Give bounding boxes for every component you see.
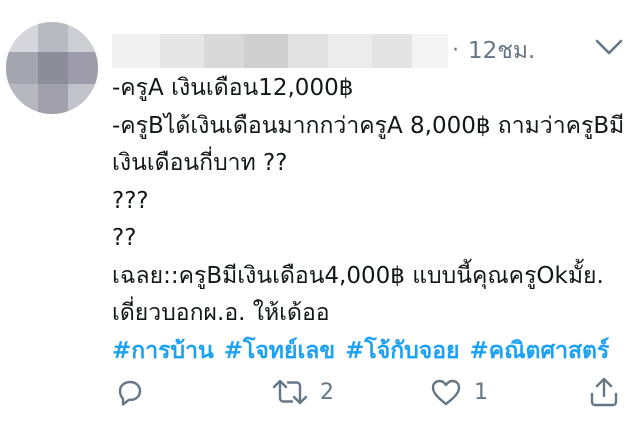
- chevron-down-icon[interactable]: [594, 36, 624, 58]
- hashtag-link[interactable]: #คณิตศาสตร์: [470, 338, 610, 364]
- retweet-count: 2: [320, 379, 334, 405]
- author-name-blurred[interactable]: [112, 34, 448, 68]
- share-icon: [586, 374, 622, 410]
- tweet-text: -ครูA เงินเดือน12,000฿ -ครูBได้เงินเดือน…: [112, 70, 632, 370]
- like-button[interactable]: 1: [428, 372, 488, 412]
- tweet-line: -ครูBได้เงินเดือนมากกว่าครูA 8,000฿ ถามว…: [112, 112, 625, 139]
- tweet-line: เฉลย::ครูBมีเงินเดือน4,000฿ แบบนี้คุณครู…: [112, 262, 604, 289]
- avatar[interactable]: [6, 22, 98, 114]
- action-bar: 2 1: [112, 372, 632, 412]
- tweet-card: · 12ชม. -ครูA เงินเดือน12,000฿ -ครูBได้เ…: [0, 0, 640, 440]
- reply-button[interactable]: [112, 372, 158, 412]
- tweet-line: เดี่ยวบอกผ.อ. ให้เด้ออ: [112, 300, 330, 326]
- share-button[interactable]: [586, 372, 622, 412]
- tweet-line: -ครูA เงินเดือน12,000฿: [112, 75, 354, 101]
- hashtag-link[interactable]: #โจทย์เลข: [224, 338, 335, 364]
- hashtag-link[interactable]: #โจ้กับจอย: [345, 338, 459, 364]
- hashtag-link[interactable]: #การบ้าน: [112, 338, 214, 364]
- tweet-line: ???: [112, 187, 149, 214]
- heart-icon: [428, 374, 464, 410]
- hashtag-list: #การบ้าน #โจทย์เลข #โจ้กับจอย #คณิตศาสตร์: [112, 333, 632, 371]
- tweet-line: เงินเดือนกี่บาท ??: [112, 150, 288, 176]
- like-count: 1: [474, 379, 488, 405]
- tweet-line: ??: [112, 225, 137, 251]
- reply-icon: [112, 374, 148, 410]
- retweet-button[interactable]: 2: [270, 372, 334, 412]
- separator-dot: ·: [452, 38, 459, 63]
- timestamp[interactable]: 12ชม.: [468, 33, 535, 69]
- retweet-icon: [270, 374, 310, 410]
